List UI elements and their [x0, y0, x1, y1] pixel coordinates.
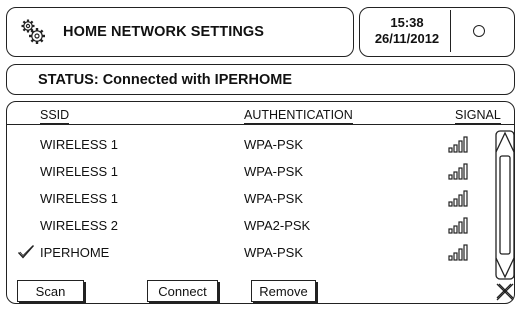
signal-bars-icon — [448, 244, 468, 261]
remove-button[interactable]: Remove — [251, 280, 316, 302]
title-panel: HOME NETWORK SETTINGS — [6, 7, 354, 57]
status-text: STATUS: Connected with IPERHOME — [38, 72, 293, 88]
clock-time: 15:38 — [390, 15, 424, 30]
network-row[interactable]: WIRELESS 2 WPA2-PSK — [7, 212, 477, 240]
signal-bars-icon — [448, 217, 468, 234]
chevron-down-icon — [495, 257, 514, 279]
network-ssid: WIRELESS 1 — [40, 137, 119, 152]
home-circle-button[interactable] — [473, 25, 485, 37]
chevron-up-icon — [495, 131, 514, 153]
header-divider — [7, 124, 514, 125]
signal-bars-icon — [448, 136, 468, 153]
network-row[interactable]: WIRELESS 1 WPA-PSK — [7, 185, 477, 213]
clock-date: 26/11/2012 — [374, 31, 440, 46]
network-list-panel: SSID AUTHENTICATION SIGNAL WIRELESS 1 WP… — [6, 101, 515, 304]
page-title: HOME NETWORK SETTINGS — [63, 24, 265, 40]
network-ssid: WIRELESS 1 — [40, 191, 119, 206]
signal-bars-icon — [448, 163, 468, 180]
scroll-thumb — [499, 155, 511, 255]
network-ssid: WIRELESS 2 — [40, 218, 119, 233]
scrollbar[interactable] — [494, 130, 515, 280]
clock-divider — [450, 10, 451, 52]
network-auth: WPA-PSK — [244, 164, 303, 179]
signal-bars-icon — [448, 190, 468, 207]
gears-icon — [21, 19, 45, 44]
network-row[interactable]: WIRELESS 1 WPA-PSK — [7, 158, 477, 186]
network-ssid: WIRELESS 1 — [40, 164, 119, 179]
network-row[interactable]: WIRELESS 1 WPA-PSK — [7, 131, 477, 159]
column-header-authentication: AUTHENTICATION — [244, 108, 353, 124]
check-icon — [17, 245, 35, 259]
clock: 15:38 26/11/2012 — [368, 15, 446, 47]
network-row-connected[interactable]: IPERHOME WPA-PSK — [7, 239, 477, 267]
connect-button[interactable]: Connect — [147, 280, 218, 302]
status-panel: STATUS: Connected with IPERHOME — [6, 64, 515, 95]
column-header-ssid: SSID — [40, 108, 70, 124]
network-auth: WPA2-PSK — [244, 218, 311, 233]
network-auth: WPA-PSK — [244, 191, 303, 206]
network-auth: WPA-PSK — [244, 245, 303, 260]
close-icon[interactable] — [496, 283, 514, 301]
clock-panel: 15:38 26/11/2012 — [359, 7, 515, 57]
network-ssid: IPERHOME — [40, 245, 110, 260]
column-header-signal: SIGNAL — [455, 108, 501, 124]
scan-button[interactable]: Scan — [17, 280, 84, 302]
network-auth: WPA-PSK — [244, 137, 303, 152]
